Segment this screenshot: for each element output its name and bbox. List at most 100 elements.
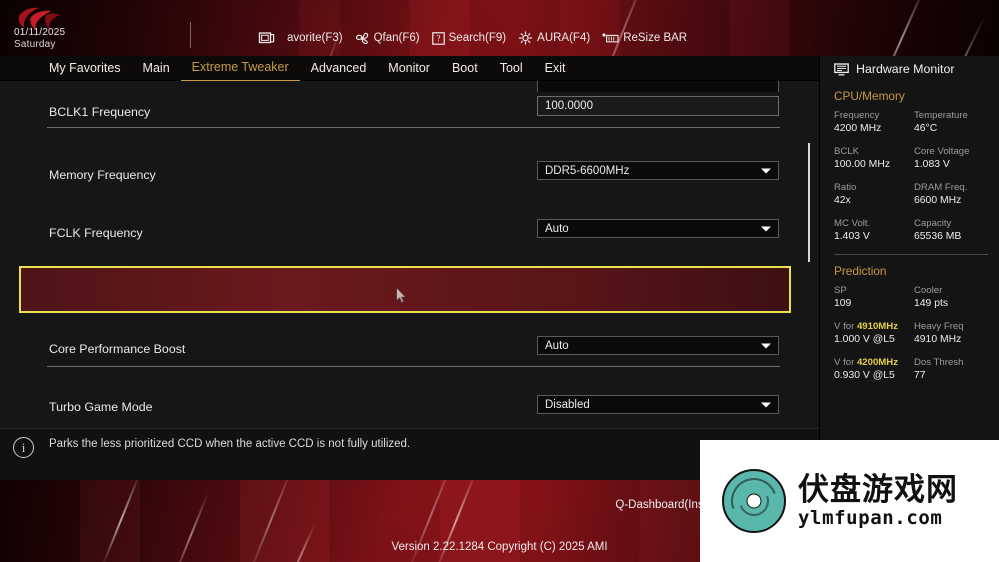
bios-screen: 01/11/2025 Saturday avorite(F3) Qfan(F6)… <box>0 0 999 562</box>
hw-value: 65536 MB <box>914 231 962 242</box>
hw-item-dram-freq: DRAM Freq. 6600 MHz <box>914 181 990 207</box>
hw-value: 6600 MHz <box>914 195 962 206</box>
favorite-label: avorite(F3) <box>287 32 343 44</box>
setting-label: FCLK Frequency <box>49 225 143 240</box>
watermark-overlay: 伏盘游戏网 ylmfupan.com <box>700 440 999 562</box>
scrolled-partial-field[interactable] <box>537 81 779 92</box>
q-dashboard-hint[interactable]: Q-Dashboard(Inse <box>615 499 710 511</box>
header-divider <box>190 22 191 48</box>
hw-value: 109 <box>834 298 852 309</box>
hw-item-v-for-4200: V for 4200MHz 0.930 V @L5 <box>834 356 910 382</box>
hw-key: MC Volt. <box>834 218 871 229</box>
watermark-cn: 伏盘游戏网 <box>798 472 958 508</box>
hw-value: 4200 MHz <box>834 123 882 134</box>
bclk1-frequency-input[interactable]: 100.0000 <box>537 96 779 116</box>
mouse-cursor <box>396 287 407 304</box>
hw-key: Frequency <box>834 110 880 121</box>
hw-key-text: V for <box>834 357 857 368</box>
hw-value: 1.403 V <box>834 231 870 242</box>
resize-bar-button[interactable]: ReSize BAR <box>602 32 687 44</box>
fclk-frequency-dropdown[interactable]: Auto <box>537 219 779 238</box>
monitor-icon <box>834 62 849 75</box>
menu-item-my-favorites[interactable]: My Favorites <box>38 56 132 81</box>
hw-key: Cooler <box>914 285 943 296</box>
hw-key: SP <box>834 285 847 296</box>
date-value: 01/11/2025 <box>14 27 66 38</box>
hw-key: V for 4910MHz <box>834 320 910 333</box>
chevron-down-icon <box>761 168 771 173</box>
hw-section-cpu-memory: CPU/Memory <box>834 89 905 103</box>
hw-item-core-voltage: Core Voltage 1.083 V <box>914 145 990 171</box>
chevron-down-icon <box>761 402 771 407</box>
dropdown-value: Auto <box>545 222 569 235</box>
menu-item-advanced[interactable]: Advanced <box>300 56 378 81</box>
hw-key: DRAM Freq. <box>914 182 968 193</box>
aura-button[interactable]: AURA(F4) <box>518 31 590 45</box>
qfan-button[interactable]: Qfan(F6) <box>355 32 420 45</box>
hw-key: BCLK <box>834 146 860 157</box>
setting-label: Turbo Game Mode <box>49 399 153 414</box>
hw-prediction-grid: SP 109 Cooler 149 pts V for 4910MHz 1.00… <box>820 284 999 382</box>
svg-text:?: ? <box>436 33 440 43</box>
settings-panel: BCLK1 Frequency 100.0000 Memory Frequenc… <box>0 81 819 428</box>
settings-scrollbar[interactable] <box>808 143 810 262</box>
setting-row-fclk-frequency[interactable]: FCLK Frequency Auto <box>0 218 819 247</box>
hw-value: 77 <box>914 370 926 381</box>
help-text: Parks the less prioritized CCD when the … <box>49 438 411 450</box>
hw-key: V for 4200MHz <box>834 356 910 369</box>
hw-value: 100.00 MHz <box>834 159 891 170</box>
list-divider <box>47 127 780 128</box>
hw-item-frequency: Frequency 4200 MHz <box>834 109 910 135</box>
hw-value: 46°C <box>914 123 938 134</box>
hardware-monitor-title: Hardware Monitor <box>834 62 954 76</box>
hw-key: Ratio <box>834 182 857 193</box>
setting-row-core-performance-boost[interactable]: Core Performance Boost Auto <box>0 334 819 363</box>
hw-value: 42x <box>834 195 851 206</box>
date-display: 01/11/2025 Saturday <box>14 27 65 51</box>
menu-item-exit[interactable]: Exit <box>534 56 577 81</box>
menu-item-boot[interactable]: Boot <box>441 56 489 81</box>
header-toolbar: avorite(F3) Qfan(F6) ? Search(F9) AURA(F… <box>258 31 687 45</box>
turbo-game-mode-dropdown[interactable]: Disabled <box>537 395 779 414</box>
hw-key-highlight: 4200MHz <box>856 357 898 368</box>
menu-item-tool[interactable]: Tool <box>489 56 534 81</box>
dropdown-value: Auto <box>545 339 569 352</box>
info-icon: i <box>13 437 34 458</box>
dropdown-value: DDR5-6600MHz <box>545 164 630 177</box>
dropdown-value: Disabled <box>545 398 590 411</box>
hardware-monitor-label: Hardware Monitor <box>856 62 955 76</box>
hw-key: Temperature <box>914 110 968 121</box>
setting-row-memory-frequency[interactable]: Memory Frequency DDR5-6600MHz <box>0 160 819 189</box>
hw-key: Heavy Freq <box>914 321 964 332</box>
hw-section-prediction: Prediction <box>834 264 887 278</box>
hw-item-sp: SP 109 <box>834 284 910 310</box>
screenshot-icon <box>258 32 275 44</box>
resizebar-icon <box>602 33 619 43</box>
setting-label: BCLK1 Frequency <box>49 104 151 119</box>
hw-item-temperature: Temperature 46°C <box>914 109 990 135</box>
setting-label: Core Performance Boost <box>49 341 186 356</box>
favorite-button[interactable]: avorite(F3) <box>287 32 343 44</box>
hw-item-capacity: Capacity 65536 MB <box>914 217 990 243</box>
hw-item-v-for-4910: V for 4910MHz 1.000 V @L5 <box>834 320 910 346</box>
help-bar: i Parks the less prioritized CCD when th… <box>0 428 819 480</box>
hw-key-highlight: 4910MHz <box>856 321 898 332</box>
memory-frequency-dropdown[interactable]: DDR5-6600MHz <box>537 161 779 180</box>
qfan-label: Qfan(F6) <box>373 32 420 44</box>
menu-item-extreme-tweaker[interactable]: Extreme Tweaker <box>180 55 300 81</box>
disc-logo-icon <box>722 469 786 533</box>
setting-row-turbo-game-mode[interactable]: Turbo Game Mode Disabled <box>0 392 819 421</box>
hw-key: Dos Thresh <box>914 357 964 368</box>
setting-row-bclk1-frequency[interactable]: BCLK1 Frequency 100.0000 <box>0 96 819 126</box>
core-performance-boost-dropdown[interactable]: Auto <box>537 336 779 355</box>
qfan-icon <box>355 32 368 44</box>
setting-label: Memory Frequency <box>49 167 156 182</box>
menu-item-main[interactable]: Main <box>132 56 181 81</box>
list-divider <box>47 366 780 367</box>
hw-item-ratio: Ratio 42x <box>834 181 910 207</box>
search-button[interactable]: ? Search(F9) <box>431 31 506 45</box>
menu-item-monitor[interactable]: Monitor <box>377 56 441 81</box>
hw-item-mc-volt: MC Volt. 1.403 V <box>834 217 910 243</box>
screenshot-button[interactable] <box>258 31 275 45</box>
header-bar: 01/11/2025 Saturday avorite(F3) Qfan(F6)… <box>0 0 999 56</box>
